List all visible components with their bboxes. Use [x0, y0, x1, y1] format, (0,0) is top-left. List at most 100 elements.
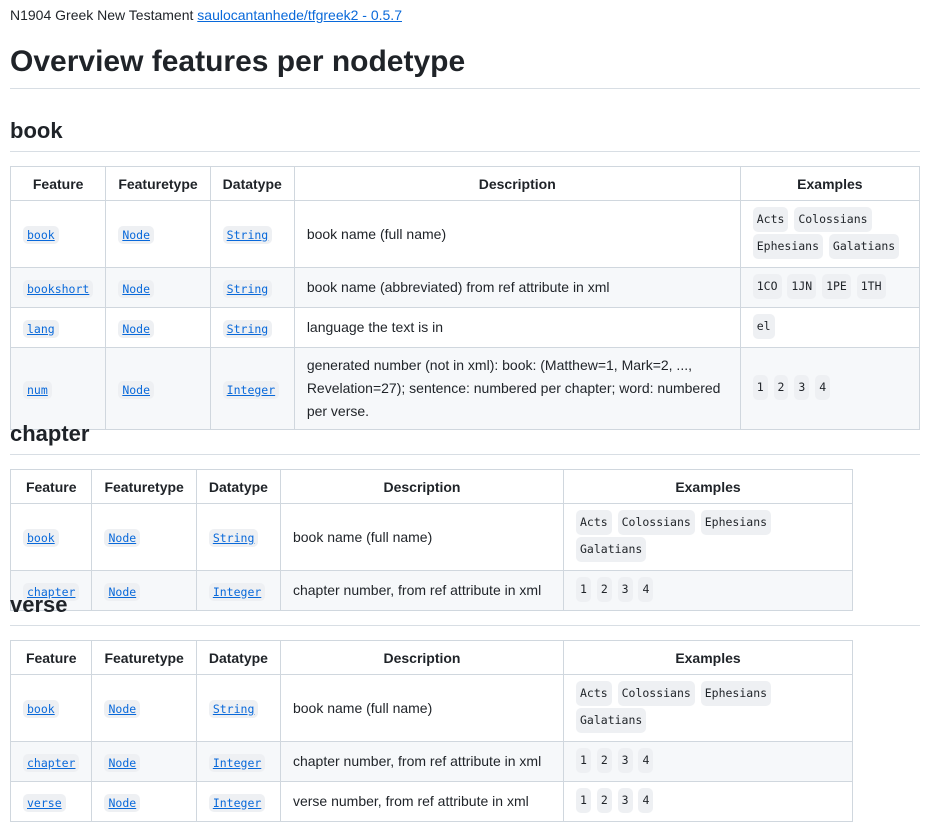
example-value: Ephesians: [752, 234, 824, 259]
datatype-link[interactable]: String: [208, 529, 259, 547]
cell-description: generated number (not in xml): book: (Ma…: [293, 347, 741, 430]
page: N1904 Greek New Testament saulocantanhed…: [0, 0, 930, 89]
featuretype-link[interactable]: Node: [118, 226, 155, 244]
cell-featuretype: Node: [105, 267, 211, 308]
cell-description: book name (abbreviated) from ref attribu…: [293, 267, 741, 308]
table-body: book Node String book name (full name) Acts …: [9, 200, 921, 430]
datatype-code: Integer: [222, 380, 280, 399]
featuretype-code: Node: [104, 529, 141, 547]
cell-featuretype: Node: [105, 347, 211, 430]
col-header-description: Description: [293, 166, 741, 201]
featuretype-link[interactable]: Node: [104, 753, 141, 772]
feature-link[interactable]: lang: [23, 319, 59, 338]
cell-featuretype: Node: [91, 741, 197, 782]
table-row: book Node String book name (full name) Acts …: [9, 200, 921, 268]
example-value: 2: [773, 375, 789, 400]
example-value: 4: [638, 748, 654, 773]
datatype-link[interactable]: String: [222, 226, 273, 244]
datatype-link[interactable]: Integer: [208, 793, 266, 812]
col-header-feature: Feature: [9, 640, 93, 675]
datatype-code: Integer: [208, 793, 266, 812]
featuretype-link[interactable]: Node: [104, 700, 141, 718]
cell-description: book name (full name): [279, 674, 565, 742]
cell-featuretype: Node: [91, 674, 197, 742]
feature-link[interactable]: book: [23, 700, 59, 718]
featuretype-link[interactable]: Node: [104, 793, 141, 812]
feature-link[interactable]: book: [23, 226, 59, 244]
feature-code: book: [23, 700, 59, 718]
example-value: Galatians: [576, 708, 647, 733]
featuretype-link[interactable]: Node: [118, 279, 155, 298]
features-table-book: Feature Featuretype Datatype Description…: [9, 166, 921, 430]
section-heading-chapter: chapter: [10, 420, 920, 455]
example-value: 3: [617, 788, 633, 813]
table-row: lang Node String language the text is in el: [9, 307, 921, 348]
features-table-verse: Feature Featuretype Datatype Description…: [9, 640, 853, 822]
col-header-featuretype: Featuretype: [91, 469, 197, 504]
cell-description: language the text is in: [293, 307, 741, 348]
col-header-examples: Examples: [563, 469, 853, 504]
section-heading-book: book: [10, 117, 920, 152]
cell-examples: 1CO 1JN 1PE 1TH: [739, 267, 921, 308]
section-chapter: chapter Feature Featuretype Datatype Des…: [9, 420, 920, 611]
feature-link[interactable]: bookshort: [23, 279, 94, 298]
cell-datatype: String: [209, 200, 295, 268]
cell-datatype: String: [209, 267, 295, 308]
feature-link[interactable]: verse: [23, 793, 66, 812]
datatype-link[interactable]: String: [222, 279, 273, 298]
features-table-chapter: Feature Featuretype Datatype Description…: [9, 469, 853, 611]
example-value: Ephesians: [700, 681, 772, 706]
featuretype-code: Node: [118, 279, 155, 298]
col-header-examples: Examples: [563, 640, 853, 675]
col-header-featuretype: Featuretype: [105, 166, 211, 201]
col-header-description: Description: [279, 640, 565, 675]
table-row: bookshort Node String book name (abbreviate…: [9, 267, 921, 308]
example-value: 1: [576, 788, 591, 813]
feature-code: num: [23, 380, 52, 399]
cell-datatype: String: [195, 674, 281, 742]
cell-featuretype: Node: [105, 307, 211, 348]
example-value: 1PE: [822, 274, 851, 299]
feature-link[interactable]: chapter: [23, 753, 80, 772]
col-header-datatype: Datatype: [195, 640, 281, 675]
example-value: 3: [617, 748, 633, 773]
datatype-link[interactable]: String: [208, 700, 259, 718]
table-row: verse Node Integer verse number, from ref a…: [9, 781, 853, 822]
feature-code: lang: [23, 319, 59, 338]
featuretype-link[interactable]: Node: [118, 319, 155, 338]
example-value: 4: [815, 375, 831, 400]
section-book: book Feature Featuretype Datatype Descri…: [9, 117, 921, 430]
datatype-link[interactable]: Integer: [222, 380, 280, 399]
feature-link[interactable]: num: [23, 380, 52, 399]
featuretype-link[interactable]: Node: [104, 529, 141, 547]
cell-feature: lang: [9, 307, 107, 348]
featuretype-link[interactable]: Node: [118, 380, 155, 399]
cell-datatype: Integer: [195, 781, 281, 822]
example-value: Colossians: [617, 681, 695, 706]
cell-examples: el: [739, 307, 921, 348]
cell-description: book name (full name): [279, 503, 565, 571]
cell-feature: chapter: [9, 741, 93, 782]
example-value: 4: [638, 788, 654, 813]
example-value: 1TH: [856, 274, 886, 299]
datatype-link[interactable]: String: [222, 319, 273, 338]
cell-feature: book: [9, 503, 93, 571]
section-verse: verse Feature Featuretype Datatype Descr…: [9, 591, 920, 822]
feature-link[interactable]: book: [23, 529, 59, 547]
example-value: el: [752, 314, 775, 339]
example-value: Acts: [752, 207, 789, 232]
featuretype-code: Node: [104, 793, 141, 812]
datatype-code: String: [222, 279, 273, 298]
featuretype-code: Node: [118, 226, 155, 244]
cell-examples: Acts Colossians Ephesians Galatians: [563, 503, 853, 571]
example-value: Acts: [576, 510, 612, 535]
repo-link[interactable]: saulocantanhede/tfgreek2 - 0.5.7: [197, 7, 402, 23]
cell-description: book name (full name): [293, 200, 741, 268]
featuretype-code: Node: [118, 319, 155, 338]
example-value: 2: [596, 788, 612, 813]
cell-examples: 1 2 3 4: [739, 347, 921, 430]
datatype-link[interactable]: Integer: [208, 753, 266, 772]
featuretype-code: Node: [118, 380, 155, 399]
col-header-examples: Examples: [739, 166, 921, 201]
datatype-code: String: [222, 226, 273, 244]
